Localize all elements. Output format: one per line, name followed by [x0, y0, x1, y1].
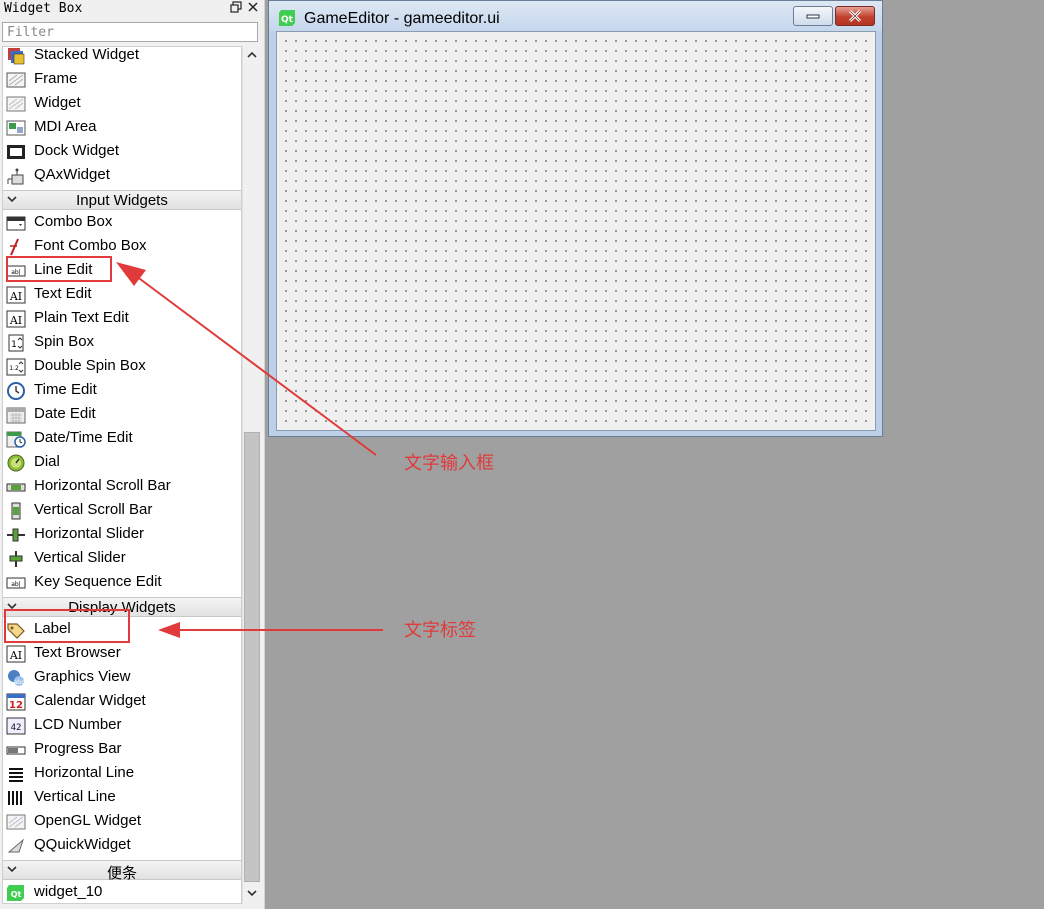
label-arrowhead — [158, 622, 180, 638]
label-annotation: 文字标签 — [404, 620, 476, 641]
line-edit-arrow — [131, 272, 377, 456]
annotation-arrows — [116, 262, 383, 638]
line-edit-annotation: 文字输入框 — [404, 453, 494, 474]
line-edit-arrowhead — [116, 262, 146, 286]
